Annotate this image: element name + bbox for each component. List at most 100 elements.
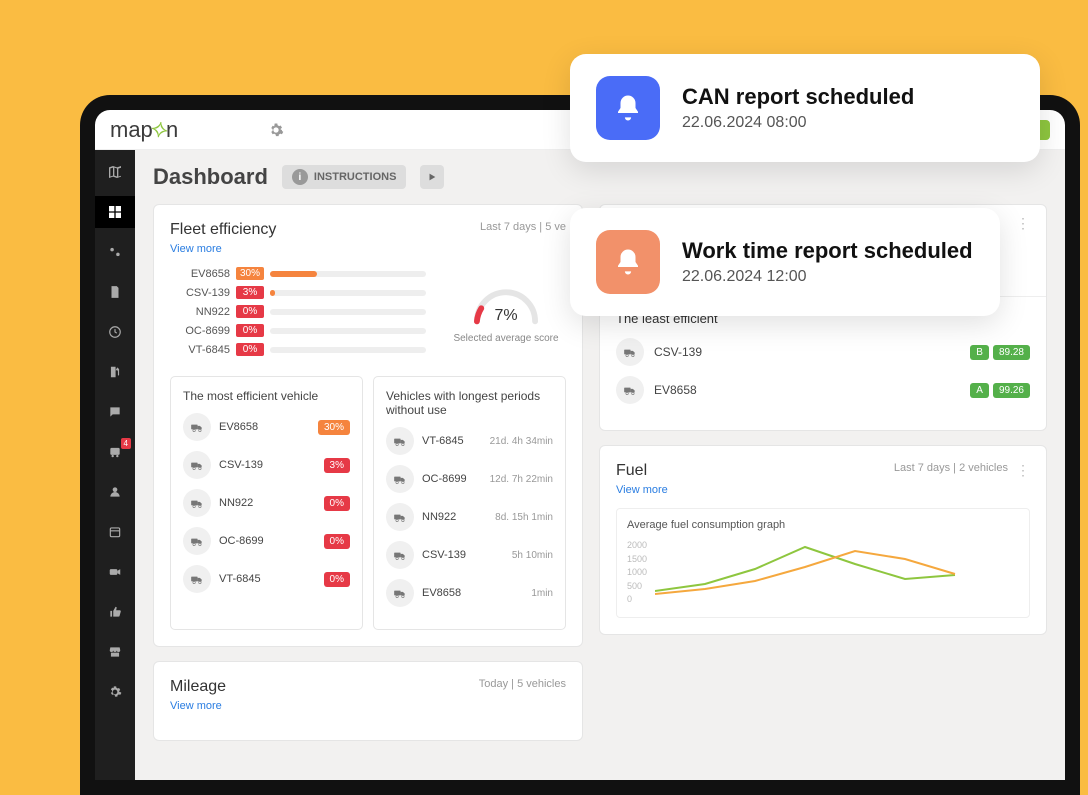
y-axis-labels: 2000150010005000 (627, 539, 647, 607)
pins-icon (108, 245, 122, 259)
efficiency-bar-row: VT-6845 0% (170, 343, 426, 356)
notification-card[interactable]: Work time report scheduled 22.06.2024 12… (570, 208, 1000, 316)
ytick: 1000 (627, 566, 647, 580)
ytick: 2000 (627, 539, 647, 553)
truck-icon (183, 413, 211, 441)
page-title: Dashboard (153, 164, 268, 190)
nav-map[interactable] (95, 156, 135, 188)
truck-icon (386, 427, 414, 455)
nav-routes[interactable] (95, 236, 135, 268)
gauge-value: 7% (469, 307, 543, 325)
efficiency-bar-row: CSV-139 3% (170, 286, 426, 299)
vehicle-name: EV8658 (654, 383, 697, 397)
app-logo: map⟡n (110, 117, 178, 143)
vehicle-name: NN922 (422, 511, 456, 523)
percent-badge: 0% (236, 324, 264, 337)
list-item[interactable]: OC-869912d. 7h 22min (386, 465, 553, 493)
percent-badge: 0% (324, 572, 350, 587)
notification-title: CAN report scheduled (682, 84, 914, 110)
info-icon: i (292, 169, 308, 185)
vehicle-label: VT-6845 (170, 344, 230, 356)
percent-badge: 0% (236, 305, 264, 318)
view-more-link[interactable]: View more (170, 700, 226, 712)
truck-icon (183, 565, 211, 593)
duration-label: 5h 10min (512, 550, 553, 561)
vehicle-name: EV8658 (422, 587, 461, 599)
card-title: Mileage (170, 678, 226, 696)
duration-label: 21d. 4h 34min (490, 436, 553, 447)
calendar-icon (108, 525, 122, 539)
truck-icon (386, 579, 414, 607)
percent-badge: 30% (236, 267, 264, 280)
bell-icon (596, 230, 660, 294)
truck-icon (616, 338, 644, 366)
vehicle-name: OC-8699 (219, 535, 264, 547)
fleet-efficiency-card: Fleet efficiency View more Last 7 days |… (153, 204, 583, 647)
list-item[interactable]: CSV-139B89.28 (616, 338, 1030, 366)
subcard-title: The most efficient vehicle (183, 389, 350, 403)
list-item[interactable]: EV86581min (386, 579, 553, 607)
nav-time[interactable] (95, 316, 135, 348)
page-header: Dashboard i INSTRUCTIONS (153, 164, 1047, 190)
truck-icon (616, 376, 644, 404)
list-item[interactable]: VT-68450% (183, 565, 350, 593)
efficiency-bar-row: EV8658 30% (170, 267, 426, 280)
nav-calendar[interactable] (95, 516, 135, 548)
view-more-link[interactable]: View more (170, 243, 276, 255)
list-item[interactable]: CSV-1393% (183, 451, 350, 479)
card-title: Fuel (616, 462, 668, 480)
graph-title: Average fuel consumption graph (627, 519, 1019, 531)
instructions-label: INSTRUCTIONS (314, 171, 397, 183)
list-item[interactable]: EV865830% (183, 413, 350, 441)
truck-icon (386, 541, 414, 569)
view-more-link[interactable]: View more (616, 484, 668, 496)
list-item[interactable]: OC-8699 0% (183, 527, 350, 555)
nav-fuel[interactable] (95, 356, 135, 388)
percent-badge: 30% (318, 420, 350, 435)
bar-track (270, 290, 426, 296)
list-item[interactable]: NN9228d. 15h 1min (386, 503, 553, 531)
settings-button[interactable] (268, 122, 284, 138)
chat-icon (108, 405, 122, 419)
truck-icon (386, 465, 414, 493)
nav-vehicles[interactable]: 4 (95, 436, 135, 468)
list-item[interactable]: EV8658 A99.26 (616, 376, 1030, 404)
nav-chat[interactable] (95, 396, 135, 428)
notification-title: Work time report scheduled (682, 238, 973, 264)
truck-icon (183, 451, 211, 479)
fuel-graph: Average fuel consumption graph 200015001… (616, 508, 1030, 618)
gauge: 7% Selected average score (446, 267, 566, 362)
vehicle-label: CSV-139 (170, 287, 230, 299)
logo-pin-icon: ⟡ (150, 121, 169, 137)
efficiency-bar-row: NN922 0% (170, 305, 426, 318)
vehicle-name: CSV-139 (654, 345, 702, 359)
document-icon (108, 285, 122, 299)
nav-camera[interactable] (95, 556, 135, 588)
nav-dashboard[interactable] (95, 196, 135, 228)
efficiency-bar-row: OC-8699 0% (170, 324, 426, 337)
nav-profile[interactable] (95, 476, 135, 508)
vehicle-name: NN922 (219, 497, 253, 509)
grade-badge: A99.26 (970, 383, 1030, 398)
truck-icon (386, 503, 414, 531)
notification-card[interactable]: CAN report scheduled 22.06.2024 08:00 (570, 54, 1040, 162)
bar-track (270, 328, 426, 334)
notification-time: 22.06.2024 08:00 (682, 114, 914, 132)
card-menu-button[interactable]: ⋮ (1016, 462, 1030, 479)
side-nav: 4 (95, 150, 135, 780)
instructions-button[interactable]: i INSTRUCTIONS (282, 165, 407, 189)
nav-settings[interactable] (95, 676, 135, 708)
list-item[interactable]: VT-684521d. 4h 34min (386, 427, 553, 455)
percent-badge: 0% (324, 534, 350, 549)
list-item[interactable]: NN9220% (183, 489, 350, 517)
percent-badge: 0% (236, 343, 264, 356)
logo-text-pre: map (110, 117, 153, 143)
thumb-icon (108, 605, 122, 619)
play-button[interactable] (420, 165, 444, 189)
card-menu-button[interactable]: ⋮ (1016, 215, 1030, 232)
nav-documents[interactable] (95, 276, 135, 308)
bar-track (270, 309, 426, 315)
nav-store[interactable] (95, 636, 135, 668)
nav-maintenance[interactable] (95, 596, 135, 628)
list-item[interactable]: CSV-1395h 10min (386, 541, 553, 569)
